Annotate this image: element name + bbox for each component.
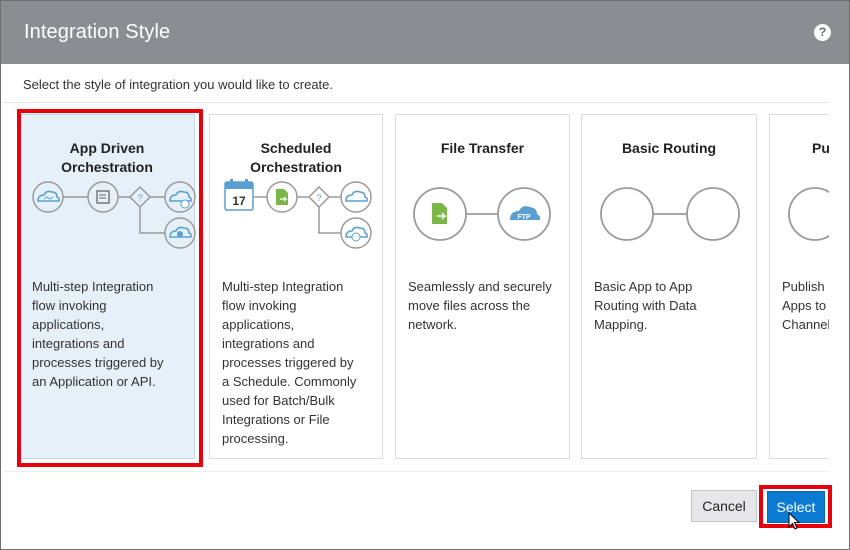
document-icon	[432, 203, 447, 224]
card-publish[interactable]: Publi PublishApps toChannel	[769, 114, 829, 459]
decision-icon: ?	[316, 193, 321, 203]
card-basic-routing[interactable]: Basic Routing Basic App to App Routing wi…	[581, 114, 757, 459]
card-description: Publish Apps to Channel	[782, 279, 829, 332]
dialog-title: Integration Style	[24, 21, 171, 43]
decision-icon: ?	[137, 193, 142, 203]
svg-text:FTP: FTP	[517, 214, 531, 221]
card-app-driven-orchestration[interactable]: App Driven Orchestration ? Multi-step In…	[19, 114, 196, 459]
card-description: Seamlessly and securely move files across…	[408, 279, 552, 332]
card-description: Multi-step Integration flow invoking appli…	[32, 279, 164, 389]
card-file-transfer[interactable]: File Transfer FTP Seamlessly and securel…	[395, 114, 570, 459]
cancel-button[interactable]: Cancel	[691, 490, 757, 522]
scheduled-flow-icon: 17 ?	[224, 179, 372, 249]
cloud-icon	[37, 190, 60, 202]
cloud-icon	[169, 190, 192, 209]
cloud-icon	[345, 190, 368, 202]
cloud-icon	[169, 226, 192, 238]
dialog-header: Integration Style ?	[1, 1, 849, 64]
document-icon	[96, 190, 110, 204]
integration-style-dialog: Integration Style ? Select the style of …	[0, 0, 850, 550]
card-description: Basic App to App Routing with Data Mapping…	[594, 279, 697, 332]
card-description: Multi-step Integration flow invoking appli…	[222, 279, 357, 446]
cursor-icon	[788, 512, 801, 530]
basic-routing-flow-icon	[600, 187, 740, 241]
card-scheduled-orchestration[interactable]: Scheduled Orchestration 17 ? Multi-step …	[209, 114, 383, 459]
style-cards-list: App Driven Orchestration ? Multi-step In…	[9, 103, 829, 471]
app-driven-flow-icon: ?	[32, 181, 196, 249]
svg-text:17: 17	[232, 194, 246, 208]
footer-divider	[4, 471, 829, 472]
document-icon	[276, 189, 288, 205]
publish-flow-icon	[788, 187, 829, 241]
cloud-icon	[345, 226, 368, 242]
file-transfer-flow-icon: FTP	[413, 187, 551, 241]
instruction-text: Select the style of integration you woul…	[23, 77, 334, 92]
calendar-icon: 17	[224, 179, 254, 211]
help-icon[interactable]: ?	[814, 24, 831, 41]
ftp-cloud-icon: FTP	[510, 206, 541, 221]
